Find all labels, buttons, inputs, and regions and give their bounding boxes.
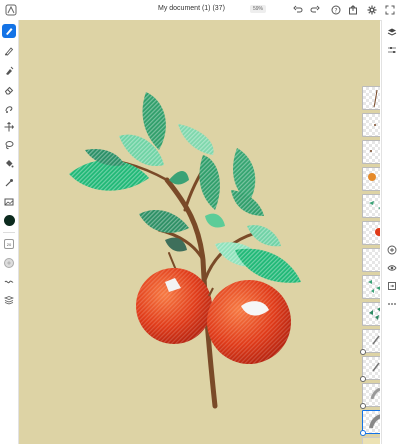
redo-icon[interactable] bbox=[307, 2, 323, 18]
layer-visibility-icon[interactable] bbox=[360, 349, 366, 355]
layer-thumbnail[interactable] bbox=[362, 113, 380, 137]
right-panel-bar bbox=[381, 20, 400, 444]
settings-icon[interactable] bbox=[364, 2, 380, 18]
lasso-icon[interactable] bbox=[2, 138, 16, 152]
merge-icon[interactable] bbox=[385, 279, 399, 293]
toolbar-divider bbox=[3, 232, 15, 233]
document-title[interactable]: My document (1) (37) bbox=[158, 5, 225, 12]
layer-options-icon[interactable] bbox=[2, 293, 16, 307]
transform-icon[interactable] bbox=[2, 120, 16, 134]
svg-text:?: ? bbox=[334, 7, 337, 14]
share-icon[interactable] bbox=[345, 2, 361, 18]
more-icon[interactable] bbox=[385, 297, 399, 311]
fullscreen-icon[interactable] bbox=[382, 2, 398, 18]
current-color-swatch bbox=[3, 214, 15, 226]
eraser-icon[interactable] bbox=[2, 83, 16, 97]
layer-visibility-icon[interactable] bbox=[360, 430, 366, 436]
layer-thumbnail[interactable] bbox=[362, 275, 380, 299]
paint-bucket-icon[interactable] bbox=[2, 157, 16, 171]
add-layer-icon[interactable] bbox=[385, 243, 399, 257]
illustration bbox=[69, 92, 301, 409]
layers-panel bbox=[360, 84, 380, 444]
layer-thumbnail[interactable] bbox=[362, 194, 380, 218]
layer-thumbnail[interactable] bbox=[362, 86, 380, 110]
properties-icon[interactable] bbox=[385, 43, 399, 57]
leaves bbox=[69, 92, 301, 283]
layer-thumbnail[interactable] bbox=[362, 167, 380, 191]
help-icon[interactable]: ? bbox=[328, 2, 344, 18]
layer-thumbnail[interactable] bbox=[362, 221, 380, 245]
undo-icon[interactable] bbox=[290, 2, 306, 18]
brush-size-control[interactable]: 20 bbox=[2, 237, 16, 251]
background-layer-thumbnail[interactable] bbox=[362, 437, 380, 444]
image-icon[interactable] bbox=[2, 195, 16, 209]
layer-visibility-icon[interactable] bbox=[360, 376, 366, 382]
layer-thumbnail[interactable] bbox=[362, 302, 380, 326]
eyedropper-icon[interactable] bbox=[2, 176, 16, 190]
home-icon[interactable] bbox=[3, 2, 19, 18]
layer-visibility-icon[interactable] bbox=[360, 403, 366, 409]
brush-size-value: 20 bbox=[6, 241, 12, 247]
visibility-icon[interactable] bbox=[385, 261, 399, 275]
zoom-level[interactable]: 59% bbox=[250, 5, 267, 13]
brush-settings-icon[interactable] bbox=[2, 275, 16, 289]
left-toolbar: 20 bbox=[0, 20, 19, 444]
top-bar: My document (1) (37) 59% ? bbox=[0, 0, 400, 21]
pixel-brush-icon[interactable] bbox=[2, 24, 16, 38]
layer-thumbnail[interactable] bbox=[362, 140, 380, 164]
smudge-icon[interactable] bbox=[2, 102, 16, 116]
color-swatch-button[interactable] bbox=[2, 213, 16, 227]
layers-icon[interactable] bbox=[385, 25, 399, 39]
opacity-control-icon[interactable] bbox=[2, 256, 16, 270]
layer-thumbnail[interactable] bbox=[362, 248, 380, 272]
fruits bbox=[136, 268, 291, 364]
canvas[interactable] bbox=[19, 20, 380, 444]
fill-brush-icon[interactable] bbox=[2, 64, 16, 78]
vector-brush-icon[interactable] bbox=[2, 44, 16, 58]
